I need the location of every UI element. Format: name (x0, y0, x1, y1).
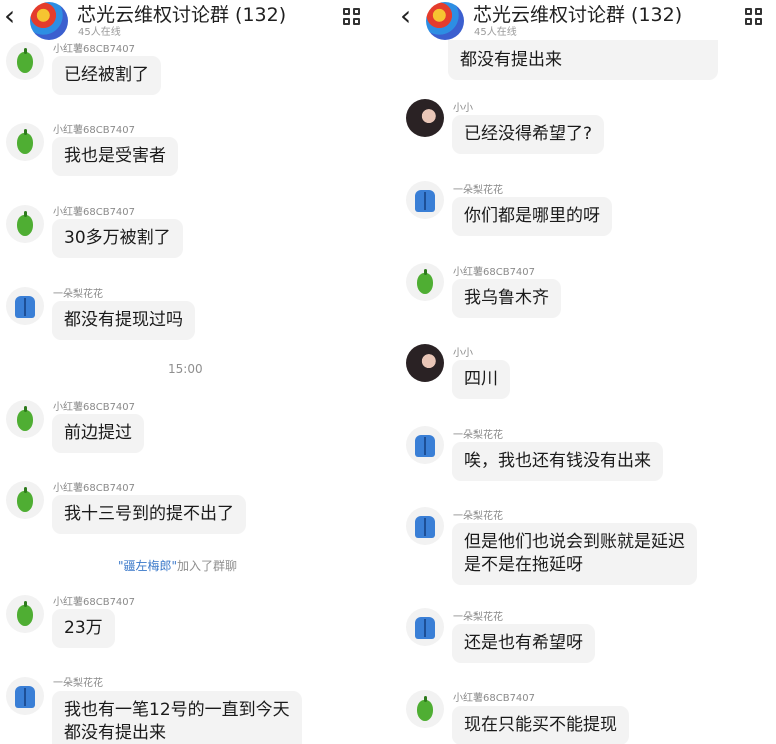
user-avatar[interactable] (406, 344, 444, 382)
system-message: "疆左梅郎"加入了群聊 (118, 557, 237, 574)
message-item: 小小 四川 (400, 340, 776, 410)
sender-name: 小小 (453, 348, 473, 359)
group-qr-icon[interactable] (745, 8, 763, 26)
message-bubble[interactable]: 我也是受害者 (52, 137, 178, 176)
group-avatar[interactable] (30, 2, 68, 40)
sender-name: 小红薯68CB7407 (453, 267, 536, 278)
pepper-icon[interactable] (6, 481, 44, 519)
message-bubble[interactable]: 现在只能买不能提现 (452, 706, 629, 744)
time-divider: 15:00 (168, 362, 203, 376)
sender-name: 小红薯68CB7407 (53, 207, 136, 218)
sender-name: 一朵梨花花 (53, 289, 103, 300)
message-bubble[interactable]: 我十三号到的提不出了 (52, 495, 246, 534)
group-avatar[interactable] (426, 2, 464, 40)
sender-name: 小红薯68CB7407 (53, 125, 136, 136)
message-item: 一朵梨花花 但是他们也说会到账就是延迟 是不是在拖延呀 (400, 503, 776, 593)
pepper-icon[interactable] (6, 595, 44, 633)
header-bar: ‹ 芯光云维权讨论群 (132) 45人在线 (396, 0, 776, 40)
sender-name: 一朵梨花花 (453, 612, 503, 623)
message-bubble[interactable]: 已经被割了 (52, 56, 161, 95)
coat-icon[interactable] (406, 507, 444, 545)
pepper-icon[interactable] (6, 400, 44, 438)
message-bubble[interactable]: 你们都是哪里的呀 (452, 197, 612, 236)
joined-user-link[interactable]: "疆左梅郎" (118, 559, 177, 573)
sender-name: 小红薯68CB7407 (53, 597, 136, 608)
message-bubble[interactable]: 还是也有希望呀 (452, 624, 595, 663)
pepper-icon[interactable] (6, 42, 44, 80)
message-item: 一朵梨花花 我也有一笔12号的一直到今天 都没有提出来 (0, 671, 380, 744)
message-bubble[interactable]: 我也有一笔12号的一直到今天 都没有提出来 (52, 691, 302, 744)
sender-name: 小红薯68CB7407 (53, 44, 136, 55)
pepper-icon[interactable] (6, 123, 44, 161)
pepper-icon[interactable] (6, 205, 44, 243)
chat-pane-left: ‹ 芯光云维权讨论群 (132) 45人在线 小红薯68CB7407 已经被割了… (0, 0, 380, 744)
sender-name: 一朵梨花花 (53, 678, 103, 689)
message-bubble[interactable]: 四川 (452, 360, 510, 399)
message-text: 都没有提出来 (460, 50, 562, 70)
sender-name: 小红薯68CB7407 (53, 402, 136, 413)
user-avatar[interactable] (406, 99, 444, 137)
coat-icon[interactable] (406, 181, 444, 219)
back-chevron-icon[interactable]: ‹ (4, 0, 15, 32)
message-item: 小红薯68CB7407 前边提过 (0, 394, 380, 464)
message-bubble[interactable]: 我乌鲁木齐 (452, 279, 561, 318)
message-item: 小小 已经没得希望了? (400, 95, 776, 165)
coat-icon[interactable] (406, 608, 444, 646)
sender-name: 小小 (453, 103, 473, 114)
sender-name: 一朵梨花花 (453, 185, 503, 196)
message-item: 小红薯68CB7407 已经被割了 (0, 36, 380, 106)
sender-name: 一朵梨花花 (453, 430, 503, 441)
message-bubble[interactable]: 23万 (52, 609, 115, 648)
pepper-icon[interactable] (406, 690, 444, 728)
group-qr-icon[interactable] (343, 8, 361, 26)
message-item: 小红薯68CB7407 现在只能买不能提现 (400, 686, 776, 744)
message-item: 小红薯68CB7407 我十三号到的提不出了 (0, 475, 380, 545)
message-item: 小红薯68CB7407 我乌鲁木齐 (400, 259, 776, 329)
message-bubble[interactable]: 都没有提现过吗 (52, 301, 195, 340)
message-bubble[interactable]: 30多万被割了 (52, 219, 183, 258)
message-item: 小红薯68CB7407 我也是受害者 (0, 117, 380, 187)
message-item: 一朵梨花花 都没有提现过吗 (0, 281, 380, 351)
coat-icon[interactable] (6, 677, 44, 715)
coat-icon[interactable] (6, 287, 44, 325)
coat-icon[interactable] (406, 426, 444, 464)
message-bubble[interactable]: 唉，我也还有钱没有出来 (452, 442, 663, 481)
chat-pane-right: 都没有提出来 ‹ 芯光云维权讨论群 (132) 45人在线 小小 已经没得希望了… (396, 0, 776, 744)
sender-name: 一朵梨花花 (453, 511, 503, 522)
message-item: 一朵梨花花 你们都是哪里的呀 (400, 177, 776, 247)
message-item: 小红薯68CB7407 23万 (0, 589, 380, 659)
sender-name: 小红薯68CB7407 (53, 483, 136, 494)
message-item: 一朵梨花花 唉，我也还有钱没有出来 (400, 422, 776, 492)
message-item: 一朵梨花花 还是也有希望呀 (400, 604, 776, 674)
message-bubble[interactable]: 但是他们也说会到账就是延迟 是不是在拖延呀 (452, 523, 697, 585)
sender-name: 小红薯68CB7407 (453, 693, 536, 704)
message-item: 小红薯68CB7407 30多万被割了 (0, 199, 380, 269)
message-bubble[interactable]: 已经没得希望了? (452, 115, 605, 154)
back-chevron-icon[interactable]: ‹ (400, 0, 411, 32)
online-count: 45人在线 (474, 27, 517, 38)
message-bubble[interactable]: 前边提过 (52, 414, 144, 453)
system-message-text: 加入了群聊 (177, 559, 238, 573)
pepper-icon[interactable] (406, 263, 444, 301)
